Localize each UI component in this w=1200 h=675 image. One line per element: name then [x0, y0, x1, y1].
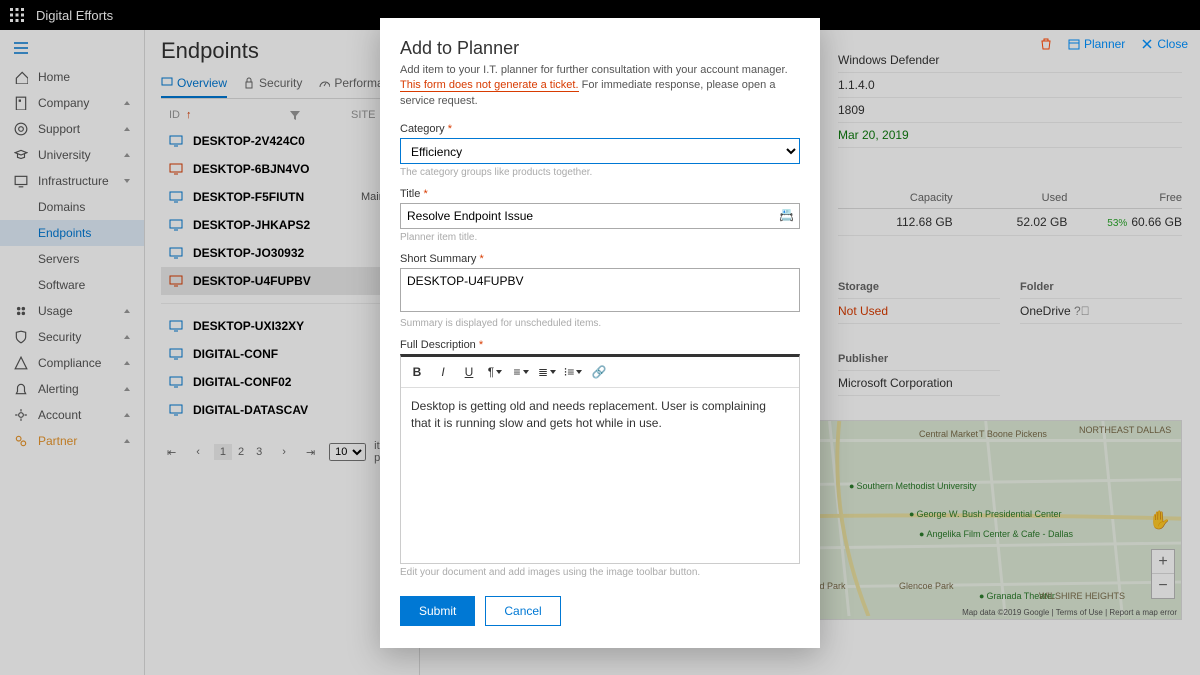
full-description-input[interactable]: Desktop is getting old and needs replace… [401, 388, 799, 563]
modal-description: Add item to your I.T. planner for furthe… [400, 63, 800, 109]
planner-button[interactable]: Planner [1068, 37, 1125, 51]
bold-button[interactable]: B [405, 361, 429, 383]
cancel-button[interactable]: Cancel [485, 596, 560, 626]
delete-button[interactable] [1040, 38, 1052, 50]
close-icon [1141, 38, 1153, 50]
list-ordered-button[interactable]: ≣ [535, 361, 559, 383]
close-button[interactable]: Close [1141, 37, 1188, 51]
align-button[interactable]: ≡ [509, 361, 533, 383]
rich-text-editor: B I U ¶ ≡ ≣ ⁝≡ 🔗 Desktop is getting old … [400, 354, 800, 564]
insert-icon[interactable]: 📇 [779, 208, 794, 222]
category-select[interactable]: Efficiency [400, 138, 800, 164]
underline-button[interactable]: U [457, 361, 481, 383]
trash-icon [1040, 38, 1052, 50]
top-actions: Planner Close [0, 30, 1200, 58]
short-summary-input[interactable] [400, 268, 800, 312]
list-bullet-button[interactable]: ⁝≡ [561, 361, 585, 383]
add-to-planner-modal: Add to Planner Add item to your I.T. pla… [380, 18, 820, 648]
title-input[interactable] [400, 203, 800, 229]
calendar-icon [1068, 38, 1080, 50]
link-button[interactable]: 🔗 [587, 361, 611, 383]
submit-button[interactable]: Submit [400, 596, 475, 626]
italic-button[interactable]: I [431, 361, 455, 383]
paragraph-button[interactable]: ¶ [483, 361, 507, 383]
